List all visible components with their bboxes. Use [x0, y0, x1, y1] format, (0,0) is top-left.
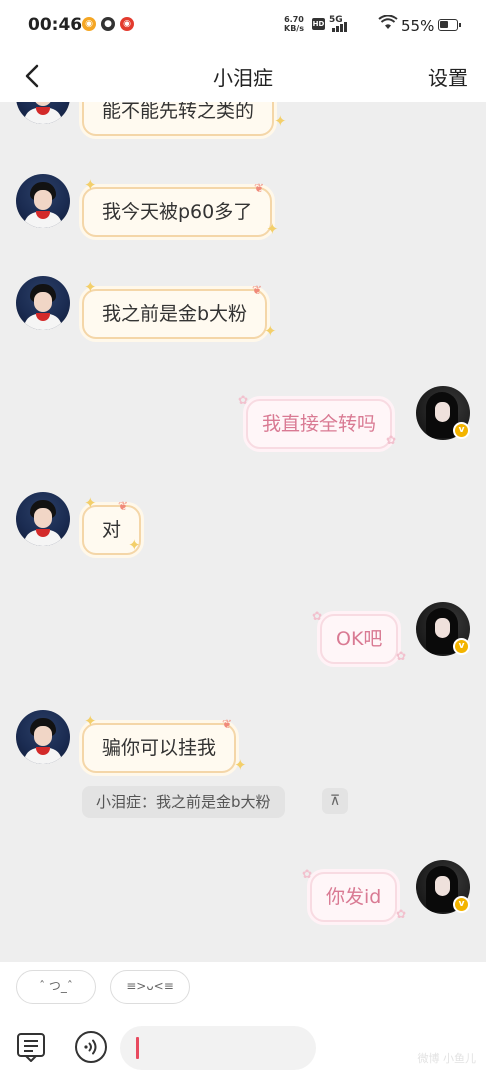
contact-avatar[interactable] [16, 102, 70, 124]
paw-decoration: ✿ [396, 649, 407, 663]
weibo-icon: ◉ [120, 17, 134, 31]
nav-bar: 小泪症 设置 [0, 50, 486, 102]
text-cursor [136, 1037, 139, 1059]
message-bubble-received[interactable]: 骗你可以挂我 [82, 723, 237, 773]
hd-badge: HD [312, 18, 325, 30]
wechat-icon: ● [101, 17, 115, 31]
watermark: 微博 小鱼儿 [417, 1052, 477, 1065]
contact-avatar[interactable] [16, 174, 70, 228]
star-decoration: ✦ [234, 756, 247, 774]
star-decoration: ✦ [84, 494, 97, 512]
verified-badge-icon: v [453, 422, 470, 439]
battery-icon [438, 19, 461, 31]
paw-decoration: ✿ [238, 393, 249, 407]
star-decoration: ✦ [84, 278, 97, 296]
contact-avatar[interactable] [16, 492, 70, 546]
contact-avatar[interactable] [16, 276, 70, 330]
weibo-app-icon: ◉ [82, 17, 96, 31]
contact-avatar[interactable] [16, 710, 70, 764]
bow-decoration: ❦ [118, 499, 129, 513]
message-input[interactable] [120, 1026, 316, 1070]
paw-decoration: ✿ [396, 907, 407, 921]
quick-emoticon-chip[interactable]: ˆ つ_ˆ [16, 970, 96, 1004]
message-note-icon[interactable] [14, 1030, 48, 1064]
star-decoration: ✦ [274, 112, 287, 130]
quoted-message[interactable]: 小泪症：我之前是金b大粉 [82, 786, 285, 818]
input-row: 微博 小鱼儿 [0, 1018, 486, 1080]
net-speed-unit: KB/s [284, 24, 304, 33]
bow-decoration: ❦ [252, 283, 263, 297]
paw-decoration: ✿ [302, 867, 313, 881]
status-bar: 00:46 ◉ ● ◉ 6.70 KB/s HD 5G 55% [0, 0, 486, 50]
net-speed-value: 6.70 [284, 15, 304, 24]
composer: ˆ つ_ˆ ≡>ᴗ<≡ 微博 小鱼儿 [0, 962, 486, 1080]
star-decoration: ✦ [128, 536, 141, 554]
message-bubble-received[interactable]: 能不能先转之类的 [82, 102, 275, 136]
quick-emoticon-chip[interactable]: ≡>ᴗ<≡ [110, 970, 190, 1004]
net-speed: 6.70 KB/s [284, 15, 304, 33]
wifi-icon [378, 15, 398, 29]
settings-button[interactable]: 设置 [428, 62, 468, 91]
star-decoration: ✦ [84, 176, 97, 194]
verified-badge-icon: v [453, 638, 470, 655]
star-decoration: ✦ [84, 712, 97, 730]
status-time: 00:46 [28, 15, 83, 35]
chat-list[interactable]: 能不能先转之类的 ✦ 我今天被p60多了 ✦ ❦ ✦ 我之前是金b大粉 ✦ ❦ … [0, 102, 486, 962]
battery-percent: 55% [401, 17, 435, 35]
paw-decoration: ✿ [312, 609, 323, 623]
message-bubble-sent[interactable]: 我直接全转吗 [246, 399, 393, 449]
verified-badge-icon: v [453, 896, 470, 913]
paw-decoration: ✿ [386, 433, 397, 447]
message-bubble-received[interactable]: 我之前是金b大粉 [82, 289, 268, 339]
message-bubble-sent[interactable]: 你发id [310, 872, 398, 922]
voice-icon[interactable] [74, 1030, 108, 1064]
page-title: 小泪症 [213, 66, 273, 90]
message-bubble-sent[interactable]: OK吧 [320, 614, 399, 664]
signal-icon [332, 22, 347, 32]
pin-top-icon[interactable]: ⊼ [322, 788, 348, 814]
star-decoration: ✦ [264, 322, 277, 340]
message-bubble-received[interactable]: 我今天被p60多了 [82, 187, 273, 237]
bow-decoration: ❦ [254, 181, 265, 195]
bow-decoration: ❦ [222, 717, 233, 731]
star-decoration: ✦ [266, 220, 279, 238]
